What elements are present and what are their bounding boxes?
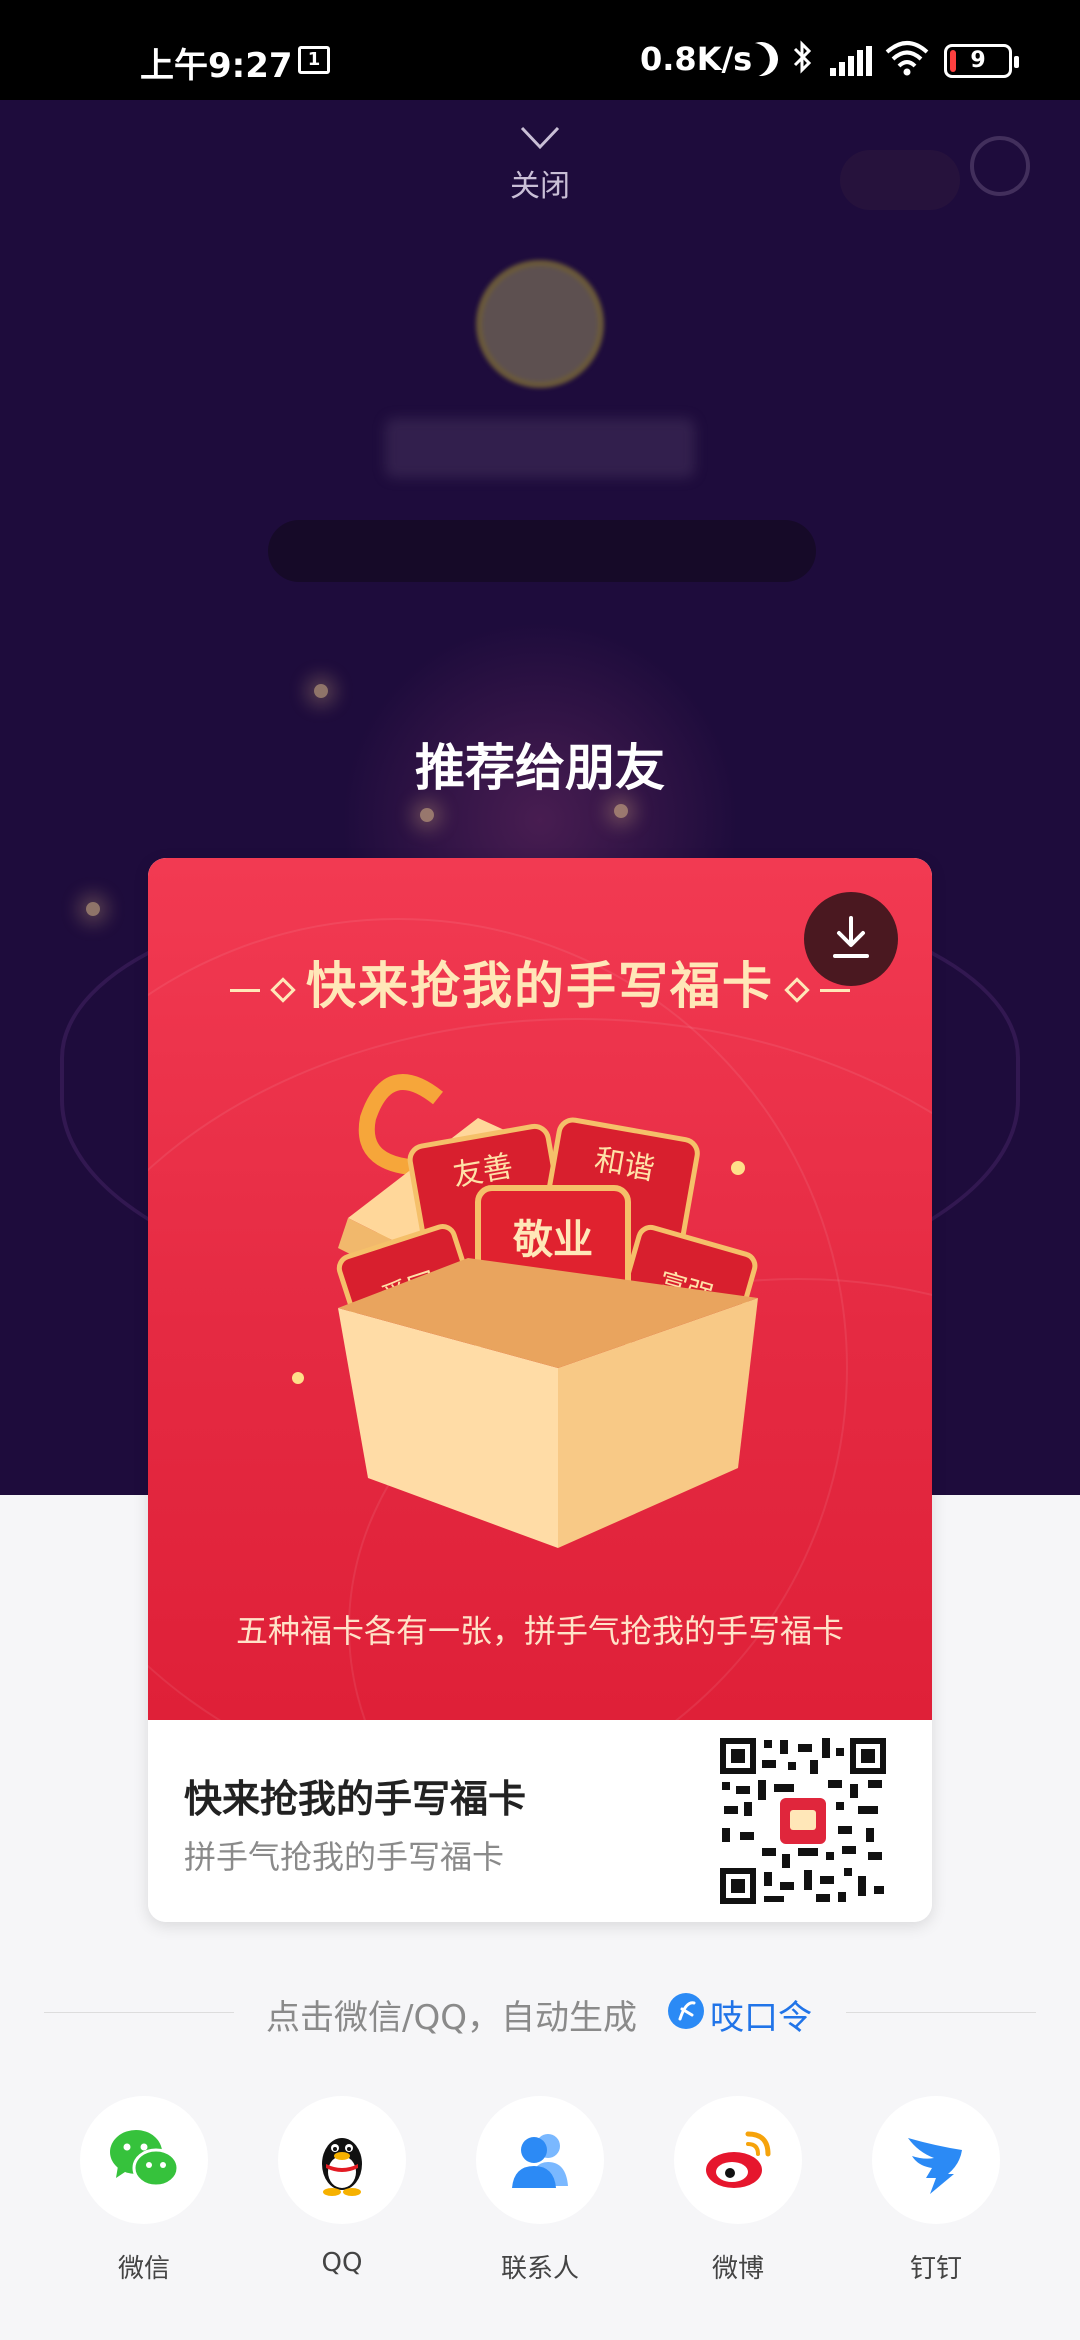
share-title: 推荐给朋友	[415, 739, 665, 797]
zhikouling-link[interactable]: 吱口令	[668, 1990, 812, 2038]
hint-text: 点击微信/QQ，自动生成	[266, 1998, 637, 2038]
share-label: QQ	[321, 2248, 363, 2278]
close-label: 关闭	[510, 169, 570, 204]
battery-level: 9	[970, 48, 986, 73]
share-targets: 微信 QQ 联系人 微博 钉钉	[0, 2096, 1080, 2296]
share-dingtalk-button[interactable]: 钉钉	[856, 2096, 1016, 2285]
card-subtitle: 拼手气抢我的手写福卡	[184, 1838, 505, 1876]
cellular-signal-icon	[830, 46, 872, 76]
weibo-icon	[706, 2131, 771, 2188]
status-bar: 上午9:27 1 0.8K/s 9	[0, 0, 1080, 100]
card-title: 快来抢我的手写福卡	[184, 1777, 527, 1821]
background-subtitle-pill	[268, 520, 816, 582]
download-icon	[833, 916, 869, 958]
background-title-blur	[385, 418, 695, 478]
divider	[846, 2012, 1036, 2013]
share-card[interactable]: 快来抢我的手写福卡 友善 和谐 敬业 五种福卡各有一张，拼手气抢我的手写福卡 快…	[148, 858, 932, 1922]
share-label: 微信	[117, 2254, 170, 2284]
sim-card-icon: 1	[298, 46, 330, 74]
chevron-down-icon	[520, 126, 560, 150]
share-contacts-button[interactable]: 联系人	[460, 2096, 620, 2285]
bluetooth-icon	[792, 40, 814, 85]
share-label: 联系人	[500, 2254, 579, 2284]
wifi-icon	[884, 40, 930, 76]
contacts-icon	[512, 2134, 568, 2188]
download-button[interactable]	[804, 892, 898, 986]
diamond-ornament-icon	[784, 977, 810, 1003]
network-speed: 0.8K/s	[640, 40, 753, 78]
share-label: 微博	[711, 2254, 764, 2284]
diamond-ornament-icon	[270, 977, 296, 1003]
poster-headline: 快来抢我的手写福卡	[306, 956, 774, 1015]
battery-icon: 9	[944, 44, 1019, 78]
poster-caption: 五种福卡各有一张，拼手气抢我的手写福卡	[235, 1612, 844, 1650]
card-footer: 快来抢我的手写福卡 拼手气抢我的手写福卡	[148, 1720, 932, 1922]
share-label: 钉钉	[909, 2254, 962, 2284]
share-wechat-button[interactable]: 微信	[64, 2096, 224, 2285]
close-button[interactable]: 关闭	[490, 125, 590, 215]
share-weibo-button[interactable]: 微博	[658, 2096, 818, 2285]
more-menu-button[interactable]	[840, 150, 960, 210]
qr-code-icon	[718, 1736, 888, 1906]
wechat-icon	[110, 2130, 180, 2188]
qq-icon	[322, 2138, 362, 2196]
dingtalk-icon	[908, 2138, 962, 2194]
zhikouling-label: 吱口令	[710, 1998, 812, 2038]
gift-box-illustration: 友善 和谐 爱国 富强 敬业	[292, 1074, 758, 1548]
card-word-jingye: 敬业	[512, 1216, 593, 1263]
status-time: 上午9:27	[140, 46, 293, 86]
share-qq-button[interactable]: QQ	[262, 2096, 422, 2278]
divider	[44, 2012, 234, 2013]
avatar	[476, 260, 604, 388]
close-circle-button[interactable]	[970, 136, 1030, 196]
hint-row: 点击微信/QQ，自动生成 吱口令	[0, 1990, 1080, 2038]
card-poster: 快来抢我的手写福卡 友善 和谐 敬业 五种福卡各有一张，拼手气抢我的手写福卡	[148, 858, 932, 1720]
alipay-icon	[668, 1992, 704, 2029]
